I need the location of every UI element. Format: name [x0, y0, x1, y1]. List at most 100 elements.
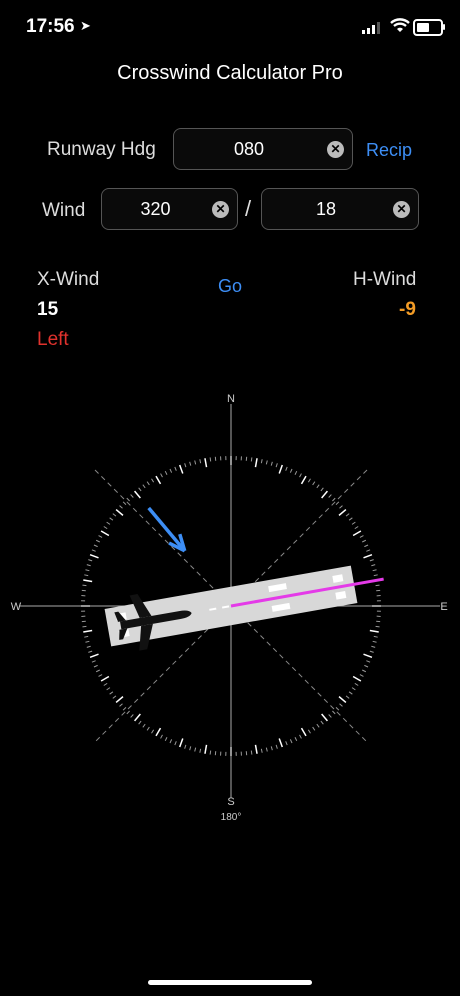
compass-tick [130, 714, 134, 718]
compass-tick [84, 574, 89, 577]
compass-tick [109, 517, 114, 521]
compass-tick [345, 695, 350, 699]
compass-tick [254, 458, 258, 468]
compass-tick [373, 574, 378, 577]
home-indicator[interactable] [148, 980, 312, 985]
cellular-signal-icon [362, 22, 380, 34]
compass-tick [289, 468, 293, 473]
compass-tick [270, 746, 273, 751]
compass-tick [209, 750, 212, 755]
clear-icon[interactable]: ✕ [212, 201, 229, 218]
compass-rose: N S 180° E W [11, 393, 448, 823]
south-heading-label: 180° [221, 812, 242, 823]
compass-tick [189, 461, 192, 466]
compass-tick [363, 653, 373, 659]
compass-tick [82, 625, 87, 628]
clear-icon[interactable]: ✕ [393, 201, 410, 218]
compass-tick [189, 746, 192, 751]
go-button[interactable]: Go [218, 276, 242, 297]
compass-tick [364, 544, 369, 548]
compass-tick [119, 703, 123, 707]
west-label: W [11, 601, 22, 613]
compass-tick [371, 645, 376, 648]
compass-tick [174, 466, 177, 471]
compass-tick [194, 747, 197, 752]
compass-tick [300, 475, 307, 485]
compass-tick [138, 487, 142, 492]
compass-tick [363, 553, 373, 559]
compass-tick [328, 494, 332, 498]
compass-tick [106, 521, 111, 525]
compass-tick [294, 470, 298, 475]
compass-tick [369, 650, 374, 653]
compass-tick [84, 635, 89, 638]
compass-tick [299, 473, 302, 478]
compass-tick [169, 739, 173, 744]
compass-tick [160, 734, 163, 739]
compass-tick [89, 653, 99, 659]
compass-tick [194, 460, 197, 465]
compass-tick [285, 741, 288, 746]
compass-tick [362, 539, 367, 543]
compass-tick [164, 470, 168, 475]
compass-tick [254, 744, 258, 754]
compass-tick [345, 513, 350, 517]
compass-tick [250, 750, 253, 755]
compass-tick [138, 720, 142, 725]
compass-tick [199, 459, 202, 464]
compass-tick [348, 691, 353, 695]
compass-tick [184, 744, 187, 749]
compass-tick [184, 463, 187, 468]
recip-button[interactable]: Recip [366, 140, 412, 161]
compass-tick [312, 481, 316, 486]
compass-tick [86, 645, 91, 648]
compass-tick [300, 727, 307, 737]
xwind-value: 15 [37, 299, 59, 320]
compass-tick [275, 463, 278, 468]
compass-tick [130, 494, 134, 498]
compass-tick [103, 682, 108, 686]
compass-tick [375, 625, 380, 628]
compass-tick [169, 468, 173, 473]
location-arrow-icon: ➤ [80, 18, 91, 33]
compass-tick [155, 475, 162, 485]
wind-arrow-icon [147, 506, 187, 553]
compass-tick [89, 553, 99, 559]
compass-tick [142, 484, 146, 489]
clear-icon[interactable]: ✕ [327, 141, 344, 158]
compass-tick [372, 569, 377, 572]
runway-hdg-label: Runway Hdg [47, 139, 156, 160]
compass-tick [320, 720, 324, 725]
compass-tick [316, 484, 320, 489]
compass-tick [122, 501, 127, 505]
compass-tick [174, 741, 177, 746]
compass-tick [320, 487, 324, 492]
compass-tick [307, 729, 311, 734]
compass-tick [160, 473, 163, 478]
compass-tick [332, 497, 336, 502]
compass-tick [95, 539, 100, 543]
wind-speed-input[interactable]: 18 ✕ [261, 188, 419, 230]
compass-tick [260, 748, 263, 753]
compass-tick [275, 744, 278, 749]
compass-tick [204, 744, 208, 754]
compass-tick [126, 497, 130, 502]
wind-separator: / [245, 196, 252, 221]
wind-direction-value: 320 [140, 199, 171, 219]
compass-tick [270, 461, 273, 466]
compass-tick [151, 478, 155, 483]
compass-tick [146, 726, 150, 731]
compass-tick [115, 509, 124, 516]
compass-tick [373, 635, 378, 638]
compass-tick [352, 675, 362, 682]
compass-tick [338, 696, 347, 703]
compass-tick [100, 530, 110, 537]
compass-tick [294, 737, 298, 742]
page-title: Crosswind Calculator Pro [117, 62, 343, 84]
compass-tick [103, 526, 108, 530]
compass-tick [164, 737, 168, 742]
runway-hdg-input[interactable]: 080 ✕ [173, 128, 353, 170]
compass-tick [312, 726, 316, 731]
wind-direction-input[interactable]: 320 ✕ [101, 188, 238, 230]
compass-tick [134, 490, 141, 499]
